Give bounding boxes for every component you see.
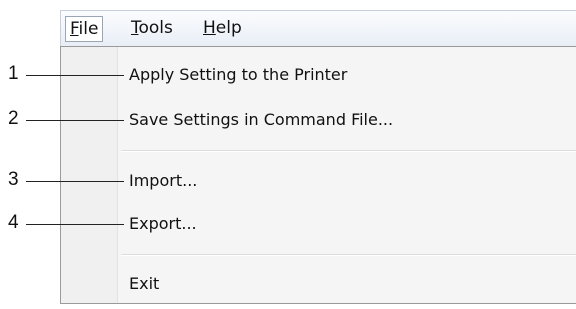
menu-help-label: elp	[215, 18, 242, 38]
menu-bar: File Tools Help	[60, 10, 576, 46]
file-dropdown-menu: Apply Setting to the Printer Save Settin…	[60, 46, 576, 304]
callout-line-4	[26, 224, 124, 225]
menu-separator	[121, 254, 576, 256]
menu-tools-label: ools	[138, 18, 173, 38]
menu-file-label: ile	[78, 19, 99, 39]
menu-file[interactable]: File	[65, 16, 104, 42]
menu-item-save-command-file[interactable]: Save Settings in Command File...	[129, 110, 393, 129]
callout-line-1	[26, 75, 124, 76]
menu-item-import[interactable]: Import...	[129, 171, 197, 190]
callout-line-3	[26, 181, 124, 182]
callout-number-4: 4	[8, 212, 19, 233]
callout-line-2	[26, 120, 124, 121]
menu-tools-mnemonic: T	[131, 18, 139, 38]
menu-help-mnemonic: H	[203, 18, 216, 38]
menu-file-mnemonic: F	[70, 19, 79, 39]
menu-item-exit[interactable]: Exit	[129, 274, 159, 293]
menu-tools[interactable]: Tools	[127, 17, 177, 39]
menu-icon-gutter	[61, 47, 118, 303]
menu-item-apply-setting[interactable]: Apply Setting to the Printer	[129, 65, 347, 84]
menu-item-export[interactable]: Export...	[129, 214, 197, 233]
callout-number-2: 2	[8, 108, 19, 129]
menu-separator	[121, 150, 576, 152]
menu-help[interactable]: Help	[199, 17, 246, 39]
callout-number-3: 3	[8, 169, 19, 190]
callout-number-1: 1	[8, 63, 19, 84]
